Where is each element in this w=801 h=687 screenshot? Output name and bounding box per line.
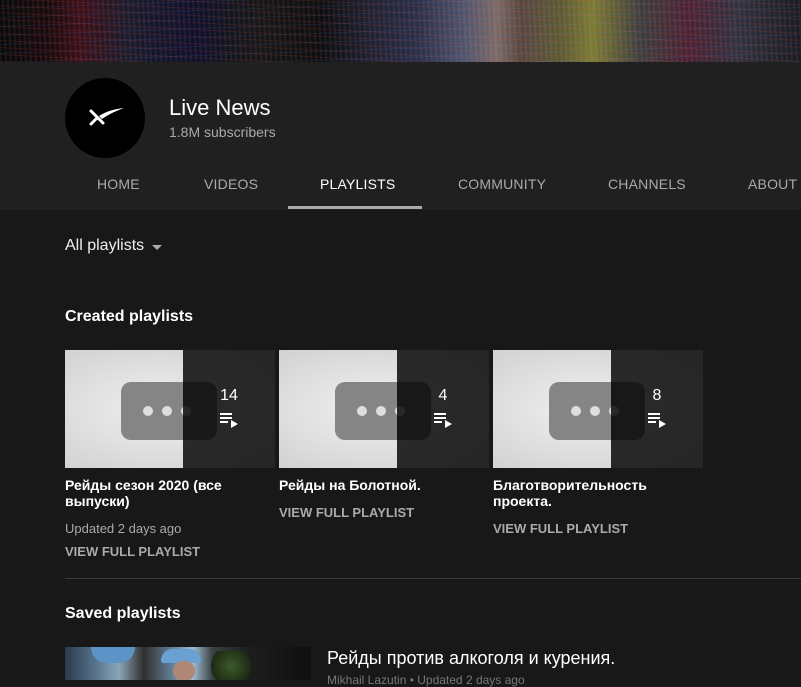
channel-name: Live News: [169, 95, 271, 120]
sort-label: All playlists: [65, 237, 145, 254]
playlist-title[interactable]: Благотворительность проекта.: [493, 477, 703, 509]
channel-avatar[interactable]: [65, 78, 145, 158]
playlist-thumbnail[interactable]: 4: [279, 350, 489, 468]
tab-about[interactable]: ABOUT: [748, 176, 797, 192]
saved-playlist-thumbnail[interactable]: [65, 647, 311, 680]
saved-playlist-meta: Mikhail Lazutin • Updated 2 days ago: [327, 673, 525, 687]
playlist-icon: [648, 413, 666, 428]
playlist-video-count: 14: [220, 387, 238, 404]
created-playlists-heading: Created playlists: [65, 308, 194, 325]
tab-community[interactable]: COMMUNITY: [458, 176, 546, 192]
channel-banner: [0, 0, 801, 62]
subscriber-count: 1.8M subscribers: [169, 124, 276, 140]
tab-channels[interactable]: CHANNELS: [608, 176, 686, 192]
playlist-thumbnail[interactable]: 14: [65, 350, 275, 468]
playlist-video-count: 4: [438, 387, 448, 404]
playlist-video-count: 8: [652, 387, 662, 404]
view-full-playlist-link[interactable]: VIEW FULL PLAYLIST: [493, 521, 703, 536]
channel-logo-icon: [89, 108, 124, 126]
saved-playlists-heading: Saved playlists: [65, 605, 181, 622]
sort-dropdown[interactable]: All playlists: [65, 237, 163, 255]
tab-playlists[interactable]: PLAYLISTS: [320, 176, 395, 192]
section-divider: [65, 578, 801, 579]
playlist-updated: Updated 2 days ago: [65, 521, 182, 536]
playlist-thumbnail[interactable]: 8: [493, 350, 703, 468]
playlist-icon: [434, 413, 452, 428]
dropdown-caret-icon: [152, 244, 163, 250]
playlist-title[interactable]: Рейды сезон 2020 (все выпуски): [65, 477, 275, 509]
playlist-icon: [220, 413, 238, 428]
playlist-title[interactable]: Рейды на Болотной.: [279, 477, 489, 493]
view-full-playlist-link[interactable]: VIEW FULL PLAYLIST: [65, 544, 275, 559]
playlist-card: 8 Благотворительность проекта. VIEW FULL…: [493, 350, 703, 536]
playlist-card: 4 Рейды на Болотной. VIEW FULL PLAYLIST: [279, 350, 489, 520]
tab-videos[interactable]: VIDEOS: [204, 176, 258, 192]
saved-playlist-title[interactable]: Рейды против алкоголя и курения.: [327, 648, 615, 669]
playlist-count-overlay: 8: [611, 350, 703, 468]
view-full-playlist-link[interactable]: VIEW FULL PLAYLIST: [279, 505, 489, 520]
playlist-count-overlay: 14: [183, 350, 275, 468]
active-tab-indicator: [288, 206, 422, 209]
playlist-card: 14 Рейды сезон 2020 (все выпуски) Update…: [65, 350, 275, 559]
playlist-count-overlay: 4: [397, 350, 489, 468]
tab-home[interactable]: HOME: [97, 176, 140, 192]
